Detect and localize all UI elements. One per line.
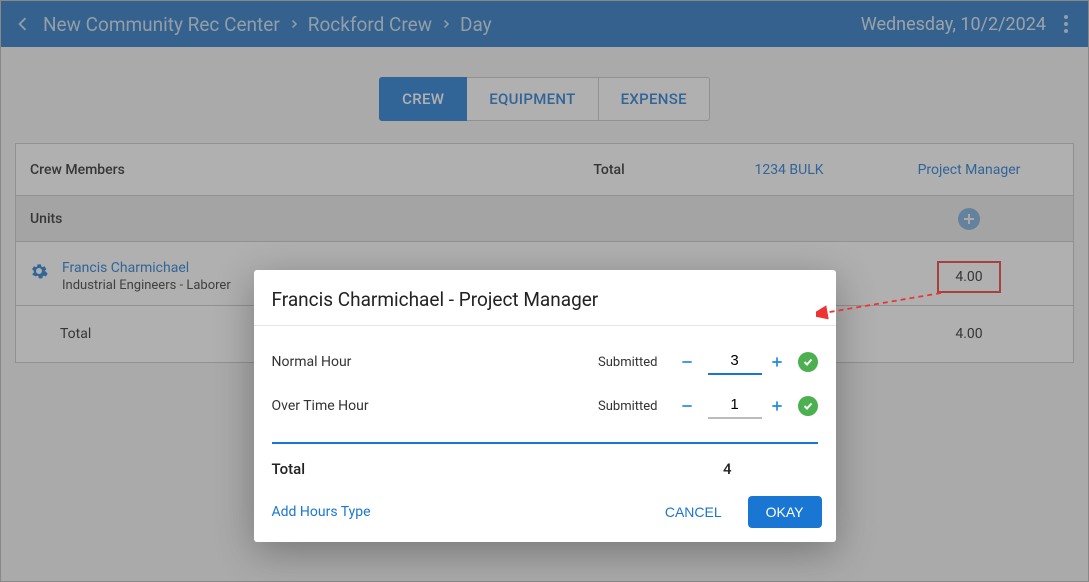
hours-modal: Francis Charmichael - Project Manager No… [254, 270, 836, 542]
hour-type-label: Over Time Hour [272, 398, 589, 414]
modal-total-row: Total 4 [254, 444, 836, 488]
hour-row-normal: Normal Hour Submitted [272, 340, 818, 384]
check-circle-icon [798, 352, 818, 372]
check-circle-icon [798, 396, 818, 416]
add-hours-type-link[interactable]: Add Hours Type [268, 504, 639, 520]
hour-input-normal[interactable] [708, 350, 762, 375]
minus-icon[interactable] [676, 395, 698, 417]
modal-total-value: 4 [723, 460, 818, 478]
modal-footer: Add Hours Type CANCEL OKAY [254, 488, 836, 542]
hour-row-overtime: Over Time Hour Submitted [272, 384, 818, 428]
plus-icon[interactable] [766, 351, 788, 373]
modal-total-label: Total [272, 460, 306, 478]
minus-icon[interactable] [676, 351, 698, 373]
hour-type-label: Normal Hour [272, 354, 589, 370]
modal-body: Normal Hour Submitted Over Time Hour Sub… [254, 326, 836, 444]
hour-status: Submitted [598, 355, 657, 370]
hour-input-overtime[interactable] [708, 394, 762, 419]
cancel-button[interactable]: CANCEL [653, 496, 734, 528]
okay-button[interactable]: OKAY [748, 496, 822, 528]
modal-overlay[interactable]: Francis Charmichael - Project Manager No… [1, 1, 1088, 581]
plus-icon[interactable] [766, 395, 788, 417]
hour-status: Submitted [598, 399, 657, 414]
modal-title: Francis Charmichael - Project Manager [254, 270, 836, 326]
